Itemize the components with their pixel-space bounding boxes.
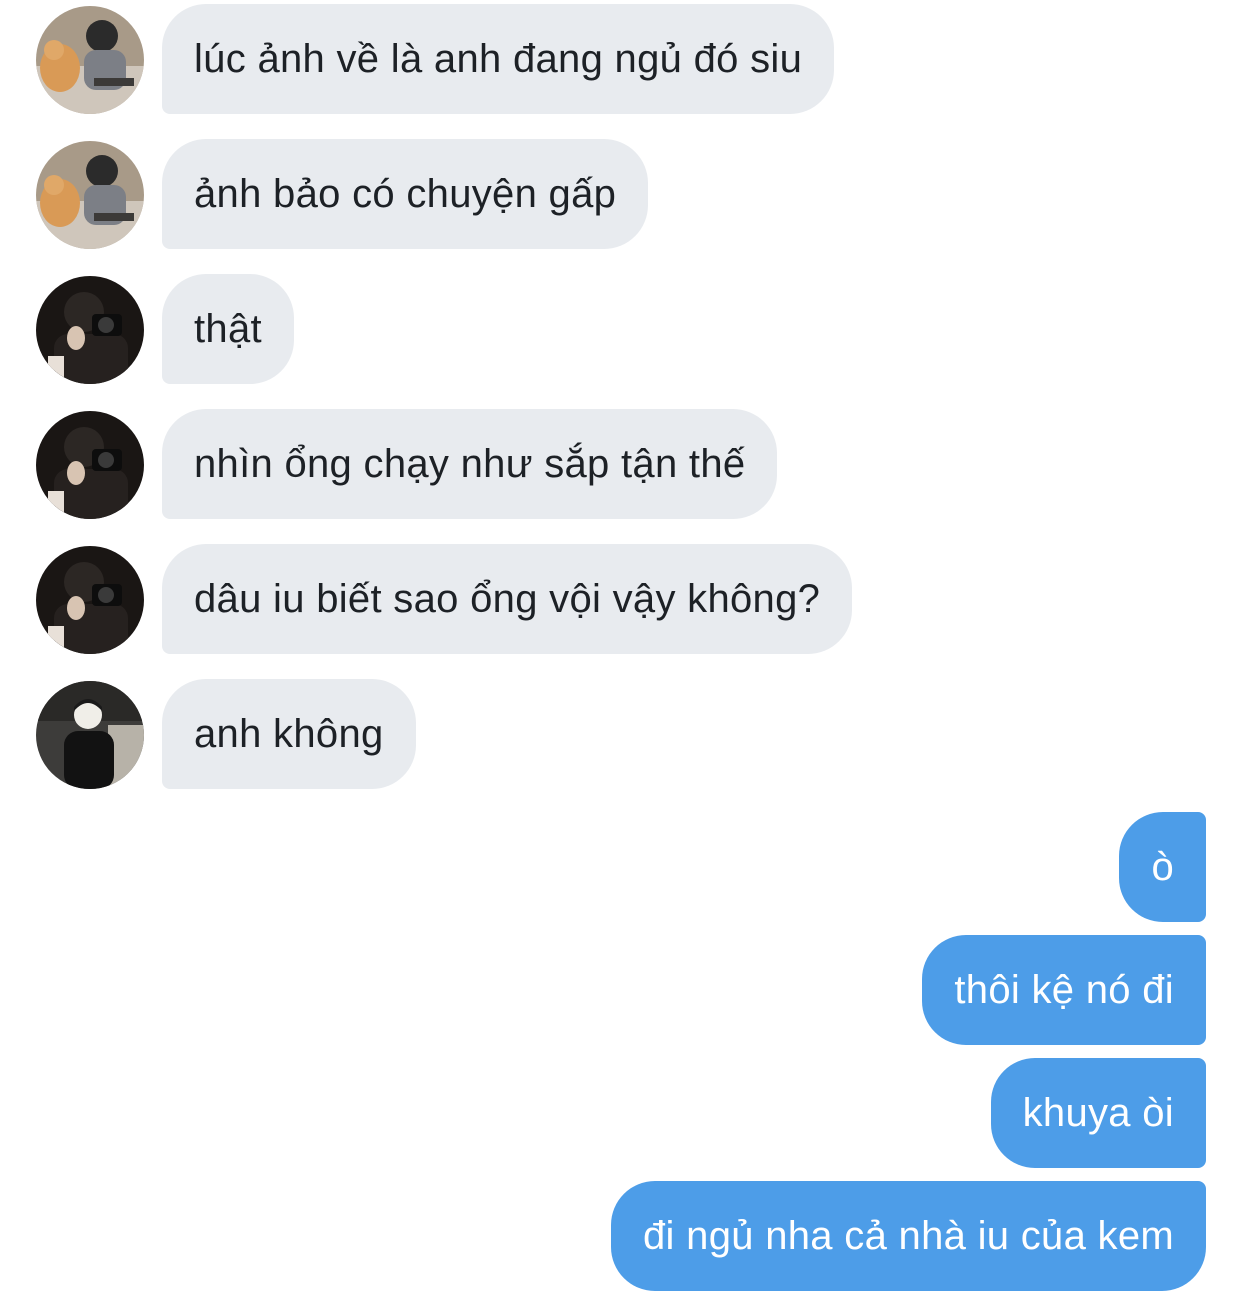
message-text: thật — [194, 306, 262, 351]
outgoing-message-bubble[interactable]: khuya òi — [990, 1058, 1206, 1168]
outgoing-message-bubble[interactable]: đi ngủ nha cả nhà iu của kem — [611, 1181, 1206, 1291]
message-text: ò — [1151, 844, 1174, 889]
incoming-message-bubble[interactable]: lúc ảnh về là anh đang ngủ đó siu — [162, 4, 835, 114]
message-text: nhìn ổng chạy như sắp tận thế — [194, 441, 746, 486]
incoming-message-bubble[interactable]: dâu iu biết sao ổng vội vậy không? — [162, 544, 853, 654]
message-text: ảnh bảo có chuyện gấp — [194, 171, 617, 216]
avatar-cat-boy-icon[interactable] — [36, 141, 144, 249]
avatar-camera-boy-icon[interactable] — [36, 411, 144, 519]
message-text: đi ngủ nha cả nhà iu của kem — [643, 1213, 1174, 1258]
incoming-message-bubble[interactable]: thật — [162, 274, 294, 384]
avatar-camera-boy-icon[interactable] — [36, 276, 144, 384]
message-text: dâu iu biết sao ổng vội vậy không? — [194, 576, 821, 621]
message-text: lúc ảnh về là anh đang ngủ đó siu — [194, 36, 803, 81]
avatar-dark-boy-icon[interactable] — [36, 681, 144, 789]
message-text: thôi kệ nó đi — [954, 967, 1174, 1012]
incoming-message-bubble[interactable]: nhìn ổng chạy như sắp tận thế — [162, 409, 778, 519]
message-text: anh không — [194, 711, 384, 756]
incoming-message-bubble[interactable]: ảnh bảo có chuyện gấp — [162, 139, 649, 249]
incoming-message-bubble[interactable]: anh không — [162, 679, 416, 789]
outgoing-message-bubble[interactable]: thôi kệ nó đi — [922, 935, 1206, 1045]
avatar-cat-boy-icon[interactable] — [36, 6, 144, 114]
outgoing-message-bubble[interactable]: ò — [1119, 812, 1206, 922]
avatar-camera-boy-icon[interactable] — [36, 546, 144, 654]
message-text: khuya òi — [1022, 1090, 1174, 1135]
